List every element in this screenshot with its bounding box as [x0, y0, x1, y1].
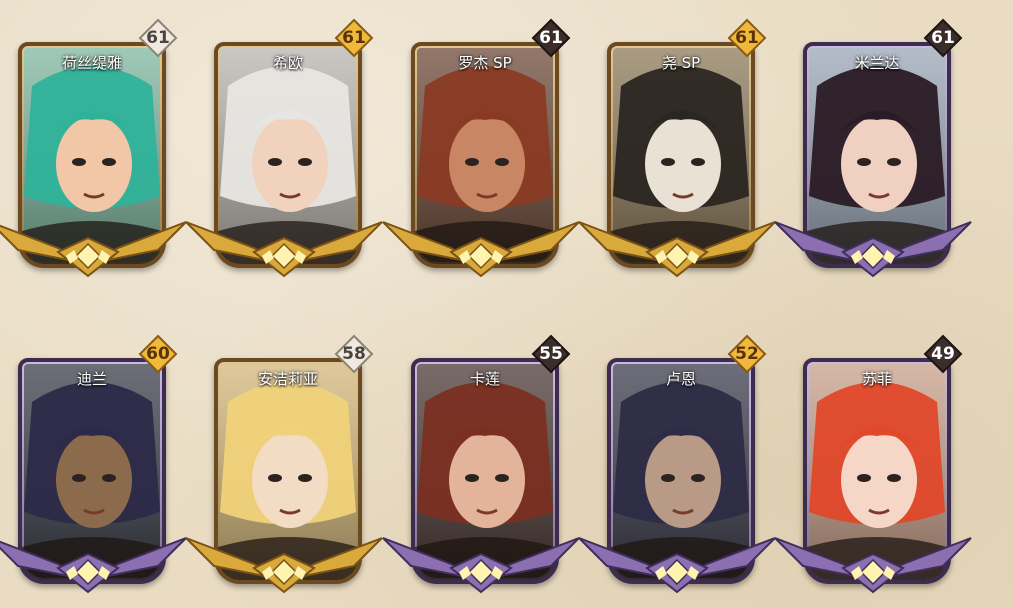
hero-level: 58 [342, 344, 366, 364]
hero-card[interactable]: 苏菲 49 [774, 330, 972, 594]
gold-rank-wings-icon [0, 221, 187, 278]
purple-rank-wings-icon [578, 537, 776, 594]
hero-level-badge: 60 [138, 334, 178, 374]
hero-level-badge: 61 [138, 18, 178, 58]
purple-rank-wings-icon [0, 537, 187, 594]
hero-card[interactable]: 荷丝缇雅 61 [0, 14, 187, 278]
hero-level: 60 [146, 344, 170, 364]
hero-level: 61 [146, 28, 170, 48]
hero-card[interactable]: 罗杰 SP 61 [382, 14, 580, 278]
hero-level-badge: 55 [531, 334, 571, 374]
purple-rank-wings-icon [382, 537, 580, 594]
hero-level: 55 [539, 344, 563, 364]
hero-level-badge: 61 [923, 18, 963, 58]
gold-rank-wings-icon [185, 221, 383, 278]
hero-level: 61 [342, 28, 366, 48]
hero-level: 61 [931, 28, 955, 48]
hero-level-badge: 61 [334, 18, 374, 58]
hero-card[interactable]: 尧 SP 61 [578, 14, 776, 278]
gold-rank-wings-icon [382, 221, 580, 278]
hero-level: 49 [931, 344, 955, 364]
hero-level: 61 [539, 28, 563, 48]
gold-rank-wings-icon [578, 221, 776, 278]
gold-rank-wings-icon [185, 537, 383, 594]
hero-level-badge: 58 [334, 334, 374, 374]
hero-card[interactable]: 卡莲 55 [382, 330, 580, 594]
hero-level-badge: 61 [727, 18, 767, 58]
hero-level-badge: 49 [923, 334, 963, 374]
hero-card[interactable]: 希欧 61 [185, 14, 383, 278]
hero-level: 61 [735, 28, 759, 48]
purple-rank-wings-icon [774, 537, 972, 594]
hero-card[interactable]: 米兰达 61 [774, 14, 972, 278]
hero-level-badge: 61 [531, 18, 571, 58]
hero-level: 52 [735, 344, 759, 364]
hero-level-badge: 52 [727, 334, 767, 374]
purple-rank-wings-icon [774, 221, 972, 278]
hero-card[interactable]: 安洁莉亚 58 [185, 330, 383, 594]
hero-card[interactable]: 迪兰 60 [0, 330, 187, 594]
hero-grid: 荷丝缇雅 61 希欧 61 罗杰 SP 61 尧 SP 61 米兰达 61 迪兰… [0, 0, 1013, 608]
hero-card[interactable]: 卢恩 52 [578, 330, 776, 594]
